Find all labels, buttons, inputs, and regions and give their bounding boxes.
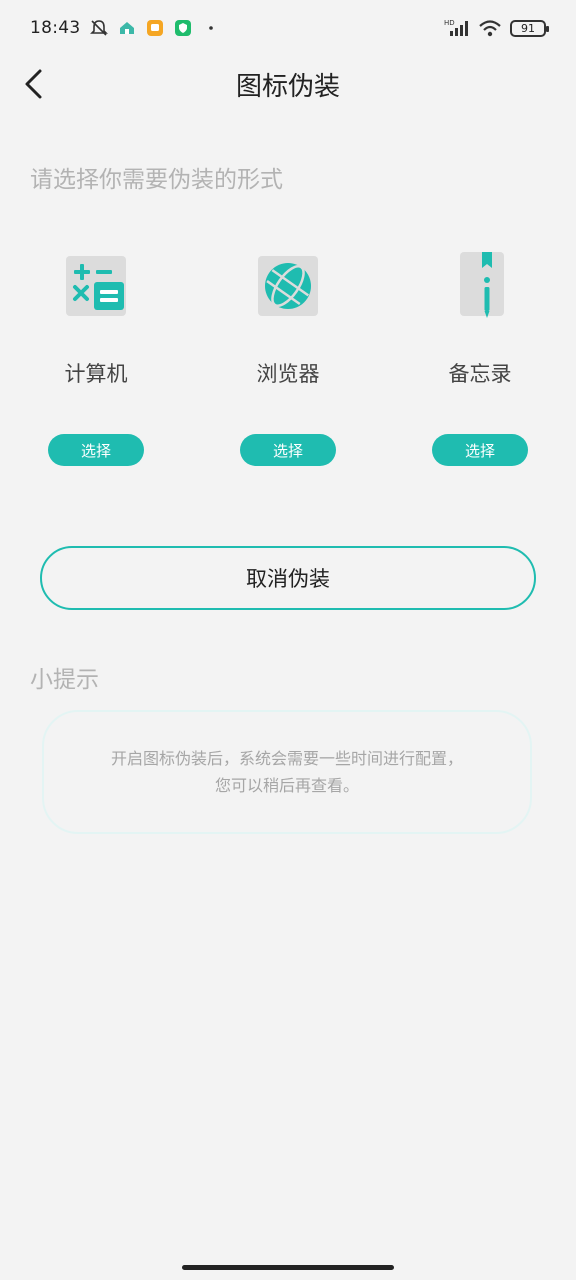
bell-off-icon [89,18,109,38]
tips-box: 开启图标伪装后，系统会需要一些时间进行配置， 您可以稍后再查看。 [42,710,532,834]
status-time: 18:43 [30,18,81,38]
header: 图标伪装 [0,56,576,112]
calculator-icon [60,250,132,322]
select-browser-button[interactable]: 选择 [240,434,336,466]
battery-indicator: 91 [510,19,549,37]
option-label: 浏览器 [256,362,320,386]
shield-app-icon [173,18,193,38]
section-label: 请选择你需要伪装的形式 [30,167,283,193]
home-indicator[interactable] [182,1265,394,1270]
back-arrow-icon [25,69,42,99]
option-calculator[interactable]: 计算机 [31,250,161,388]
option-label: 备忘录 [448,362,512,386]
cancel-disguise-button[interactable]: 取消伪装 [40,546,536,610]
status-right: HD 91 [444,18,549,38]
select-calculator-button[interactable]: 选择 [48,434,144,466]
option-browser[interactable]: 浏览器 [223,250,353,388]
tips-text: 开启图标伪装后，系统会需要一些时间进行配置， 您可以稍后再查看。 [111,745,463,799]
wifi-icon [478,18,502,38]
tips-line-1: 开启图标伪装后，系统会需要一些时间进行配置， [110,749,463,768]
home-app-icon [117,18,137,38]
option-notebook[interactable]: 备忘录 [415,250,545,388]
back-button[interactable] [12,62,56,106]
tips-title: 小提示 [30,667,99,693]
globe-icon [252,250,324,322]
signal-icon: HD [444,18,470,38]
status-left: 18:43 [30,18,221,38]
dot-icon [201,18,221,38]
disguise-options: 计算机 选择 浏览器 选择 备忘录 选择 [0,250,576,480]
page-title: 图标伪装 [235,71,340,102]
tips-line-2: 您可以稍后再查看。 [214,776,359,795]
message-app-icon [145,18,165,38]
status-bar: 18:43 HD 91 [0,0,576,56]
option-label: 计算机 [64,362,128,386]
select-notebook-button[interactable]: 选择 [432,434,528,466]
notebook-icon [444,250,516,322]
network-label: HD [444,19,455,27]
